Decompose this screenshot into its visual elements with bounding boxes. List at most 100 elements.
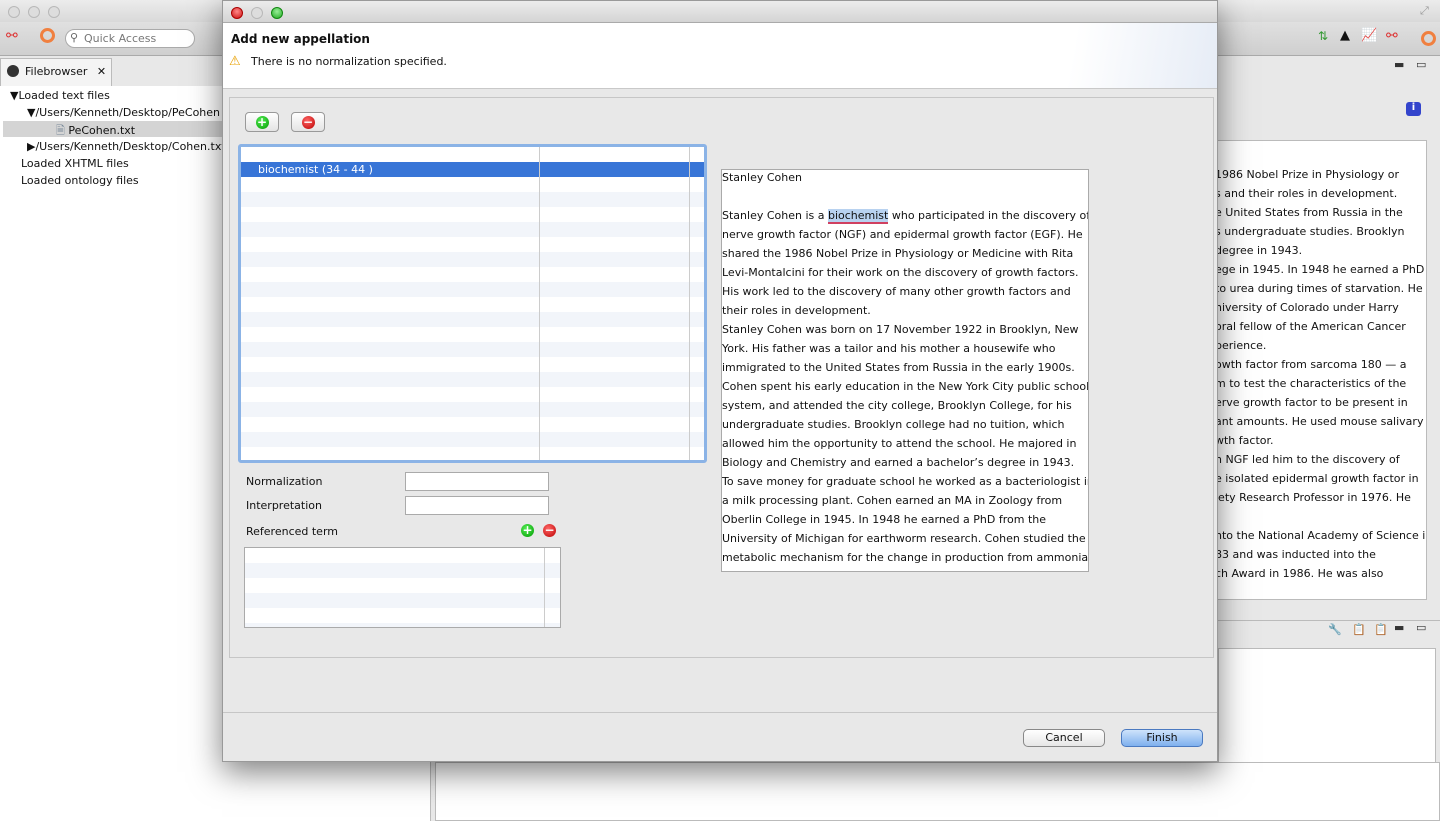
quick-access-input[interactable]: ⚲ Quick Access — [65, 29, 195, 48]
table-row[interactable] — [241, 312, 704, 327]
cancel-button[interactable]: Cancel — [1023, 729, 1105, 747]
table-row[interactable] — [241, 177, 704, 192]
text-line: owth factor from sarcoma 180 — a — [1218, 358, 1407, 371]
table-row[interactable] — [241, 417, 704, 432]
table-row[interactable] — [241, 222, 704, 237]
tree-item-folder[interactable]: ▼/Users/Kenneth/Desktop/PeCohen — [27, 106, 220, 119]
table-row[interactable] — [245, 608, 560, 623]
dialog-title-bar — [223, 1, 1217, 23]
table-row[interactable] — [241, 357, 704, 372]
column-divider[interactable] — [544, 548, 545, 627]
perspective-icon[interactable] — [40, 28, 55, 43]
text-line: ant amounts. He used mouse salivary — [1218, 415, 1424, 428]
document-line: metabolic mechanism for the change in pr… — [722, 551, 1089, 564]
minimize-view-icon[interactable]: ▬ — [1394, 621, 1404, 634]
table-row[interactable] — [241, 327, 704, 342]
column-divider[interactable] — [689, 147, 690, 460]
document-line: Oberlin College in 1945. In 1948 he earn… — [722, 513, 1047, 526]
tree-icon[interactable]: ⇅ — [1318, 29, 1328, 43]
right-text-view: 1986 Nobel Prize in Physiology or s and t… — [1218, 140, 1427, 600]
dialog-header: Add new appellation ⚠ There is no normal… — [223, 23, 1217, 89]
highlighted-appellation[interactable]: biochemist — [827, 209, 889, 224]
document-text-view[interactable]: Stanley Cohen Stanley Cohen is a biochemi… — [721, 169, 1089, 572]
table-row[interactable] — [241, 237, 704, 252]
tree-item-text-files[interactable]: ▼Loaded text files — [10, 89, 110, 102]
text-line: perience. — [1218, 339, 1267, 352]
text-line: ch Award in 1986. He was also — [1218, 567, 1384, 580]
zoom-window-button[interactable] — [48, 6, 60, 18]
text-line: degree in 1943. — [1218, 244, 1303, 257]
divider — [223, 712, 1217, 713]
document-line: To save money for graduate school he wor… — [722, 475, 1089, 488]
table-row[interactable] — [241, 402, 704, 417]
close-dialog-button[interactable] — [231, 7, 243, 19]
table-row[interactable] — [241, 297, 704, 312]
column-divider[interactable] — [539, 147, 540, 460]
minus-icon: − — [301, 114, 315, 129]
table-row[interactable] — [245, 578, 560, 593]
zoom-dialog-button[interactable] — [271, 7, 283, 19]
text-line: e isolated epidermal growth factor in — [1218, 472, 1419, 485]
table-row[interactable] — [245, 548, 560, 563]
add-appellation-button[interactable]: + — [245, 112, 279, 132]
wrench-icon[interactable]: 🔧 — [1328, 623, 1342, 636]
table-row[interactable] — [241, 387, 704, 402]
network-icon[interactable]: ⚯ — [1386, 28, 1398, 44]
minimize-window-button[interactable] — [28, 6, 40, 18]
table-row[interactable] — [241, 147, 704, 162]
text-line: s undergraduate studies. Brooklyn — [1218, 225, 1405, 238]
tree-item-folder[interactable]: ▶/Users/Kenneth/Desktop/Cohen.txt — [27, 140, 226, 153]
appellation-row-selected[interactable]: biochemist (34 - 44 ) — [241, 162, 704, 177]
text-line: ege in 1945. In 1948 he earned a PhD — [1218, 263, 1425, 276]
tree-item-xhtml-files[interactable]: Loaded XHTML files — [21, 157, 129, 170]
add-appellation-dialog: Add new appellation ⚠ There is no normal… — [222, 0, 1218, 762]
interpretation-input[interactable] — [405, 496, 549, 515]
perspective-icon[interactable] — [1421, 31, 1436, 46]
table-row[interactable] — [241, 192, 704, 207]
referenced-term-table[interactable] — [244, 547, 561, 628]
clipboard-edit-icon[interactable]: 📋 — [1352, 623, 1366, 636]
table-row[interactable] — [241, 282, 704, 297]
pyramid-icon[interactable]: ▲ — [1340, 28, 1350, 43]
minimize-view-icon[interactable]: ▬ — [1394, 58, 1404, 71]
table-row[interactable] — [241, 342, 704, 357]
clipboard-add-icon[interactable]: 📋 — [1374, 623, 1388, 636]
table-row[interactable] — [241, 267, 704, 282]
network-perspective-icon[interactable]: ⚯ — [6, 28, 18, 44]
table-row[interactable] — [245, 593, 560, 608]
close-window-button[interactable] — [8, 6, 20, 18]
text-line: m to test the characteristics of the — [1218, 377, 1407, 390]
text-line: 1986 Nobel Prize in Physiology or — [1218, 168, 1399, 181]
fullscreen-icon[interactable]: ⤢ — [1420, 4, 1429, 18]
remove-appellation-button[interactable]: − — [291, 112, 325, 132]
finish-button[interactable]: Finish — [1121, 729, 1203, 747]
tree-item-ontology-files[interactable]: Loaded ontology files — [21, 174, 139, 187]
table-row[interactable] — [241, 207, 704, 222]
normalization-label: Normalization — [246, 475, 323, 488]
minimize-dialog-button[interactable] — [251, 7, 263, 19]
maximize-view-icon[interactable]: ▭ — [1416, 58, 1426, 71]
table-row[interactable] — [241, 252, 704, 267]
remove-term-icon[interactable]: − — [543, 524, 556, 537]
table-row[interactable] — [241, 432, 704, 447]
text-line: n NGF led him to the discovery of — [1218, 453, 1400, 466]
maximize-view-icon[interactable]: ▭ — [1416, 621, 1426, 634]
document-line: allowed him the opportunity to attend th… — [722, 437, 1077, 450]
add-term-icon[interactable]: + — [521, 524, 534, 537]
appellation-table[interactable]: biochemist (34 - 44 ) — [238, 144, 707, 463]
tab-filebrowser[interactable]: Filebrowser ✕ — [0, 58, 112, 86]
warning-message: There is no normalization specified. — [251, 55, 447, 68]
close-tab-icon[interactable]: ✕ — [97, 65, 106, 78]
document-line: immigrated to the United States from Rus… — [722, 361, 1075, 374]
table-row[interactable] — [245, 623, 560, 627]
chart-icon[interactable]: 📈 — [1361, 28, 1377, 43]
document-line: shared the 1986 Nobel Prize in Physiolog… — [722, 247, 1074, 260]
normalization-input[interactable] — [405, 472, 549, 491]
document-line: York. His father was a tailor and his mo… — [722, 342, 1056, 355]
table-row[interactable] — [241, 372, 704, 387]
table-row[interactable] — [245, 563, 560, 578]
document-line: nerve growth factor (NGF) and epidermal … — [722, 228, 1083, 241]
document-line: Biology and Chemistry and earned a bache… — [722, 456, 1075, 469]
info-icon[interactable]: i — [1406, 102, 1421, 116]
text-line: to urea during times of starvation. He — [1218, 282, 1423, 295]
